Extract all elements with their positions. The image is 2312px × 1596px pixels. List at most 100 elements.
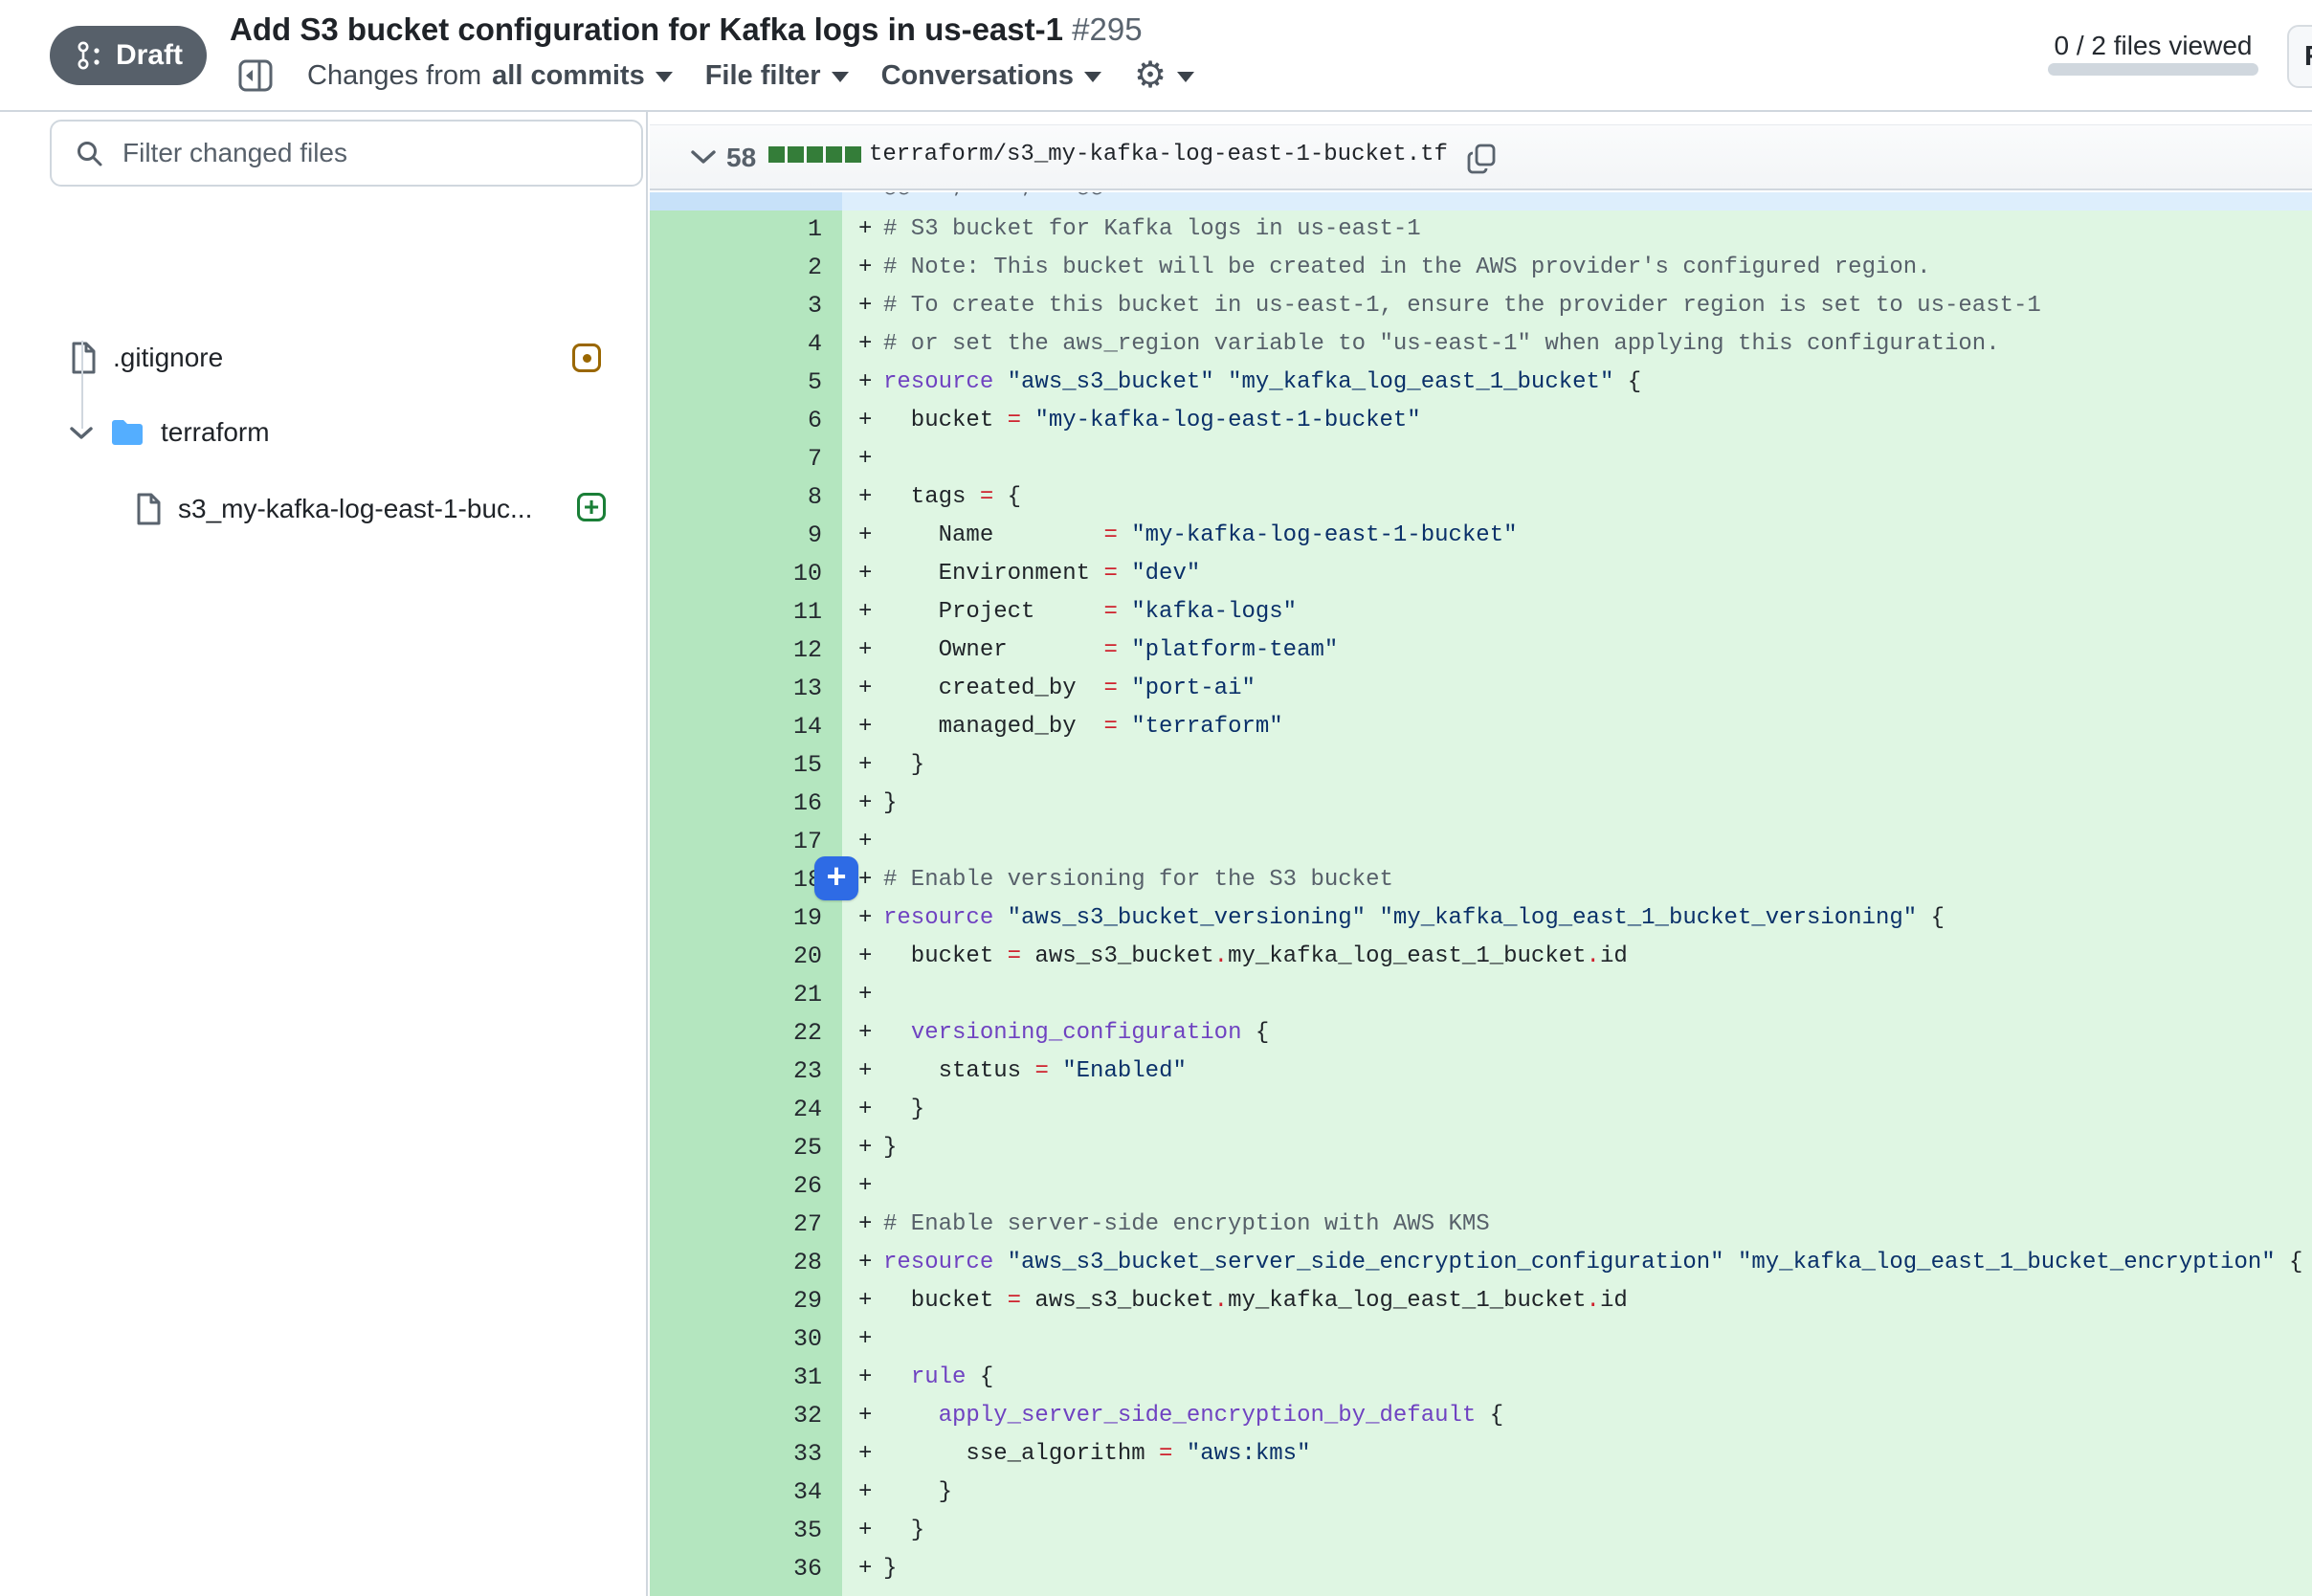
line-content[interactable]: + (842, 1320, 2312, 1359)
line-content[interactable]: + created_by = "port-ai" (842, 670, 2312, 708)
line-number[interactable]: 16 (736, 785, 842, 823)
line-content[interactable]: + tags = { (842, 478, 2312, 517)
line-number[interactable]: 15 (736, 746, 842, 785)
tree-item-gitignore[interactable]: .gitignore (69, 336, 223, 380)
line-number[interactable]: 13 (736, 670, 842, 708)
code-token: } (883, 1474, 952, 1512)
addition-marker: + (858, 899, 883, 938)
line-number[interactable]: 20 (736, 938, 842, 976)
line-content[interactable]: +resource "aws_s3_bucket_server_side_enc… (842, 1244, 2312, 1282)
code-token: . (1214, 1282, 1228, 1320)
code-token: # To create this bucket in us-east-1, en… (883, 287, 2041, 325)
old-line-number-cell (650, 593, 736, 632)
line-number[interactable]: 23 (736, 1053, 842, 1091)
line-number[interactable]: 5 (736, 364, 842, 402)
line-content[interactable]: + Owner = "platform-team" (842, 632, 2312, 670)
line-number[interactable]: 14 (736, 708, 842, 746)
copy-file-path-icon[interactable] (1466, 143, 1499, 175)
line-content[interactable]: + bucket = "my-kafka-log-east-1-bucket" (842, 402, 2312, 440)
line-content[interactable]: +# or set the aws_region variable to "us… (842, 325, 2312, 364)
line-number[interactable]: 9 (736, 517, 842, 555)
review-changes-button[interactable]: R (2287, 25, 2312, 88)
line-number[interactable]: 34 (736, 1474, 842, 1512)
line-content[interactable]: +# Enable versioning for the S3 bucket (842, 861, 2312, 899)
line-number[interactable]: 32 (736, 1397, 842, 1435)
line-number[interactable]: 26 (736, 1167, 842, 1206)
code-token: # Enable versioning for the S3 bucket (883, 861, 1393, 899)
line-number[interactable]: 27 (736, 1206, 842, 1244)
line-content[interactable]: + Project = "kafka-logs" (842, 593, 2312, 632)
line-number[interactable]: 19 (736, 899, 842, 938)
line-content[interactable]: + Name = "my-kafka-log-east-1-bucket" (842, 517, 2312, 555)
line-number[interactable]: 21 (736, 976, 842, 1014)
line-content[interactable]: + (842, 1588, 2312, 1596)
old-line-number-cell (650, 670, 736, 708)
line-content[interactable]: + versioning_configuration { (842, 1014, 2312, 1053)
line-content[interactable]: + sse_algorithm = "aws:kms" (842, 1435, 2312, 1474)
line-number[interactable]: 30 (736, 1320, 842, 1359)
line-content[interactable]: +resource "aws_s3_bucket_versioning" "my… (842, 899, 2312, 938)
line-content[interactable]: + } (842, 1474, 2312, 1512)
line-number[interactable] (736, 1588, 842, 1596)
add-line-comment-button[interactable]: + (814, 856, 858, 900)
line-content[interactable]: + bucket = aws_s3_bucket.my_kafka_log_ea… (842, 938, 2312, 976)
file-filter-dropdown[interactable]: File filter (705, 60, 849, 92)
hunk-header-row[interactable]: @@ -0,0 +1,58 @@ (650, 192, 2312, 211)
line-content[interactable]: +# S3 bucket for Kafka logs in us-east-1 (842, 211, 2312, 249)
line-number[interactable]: 33 (736, 1435, 842, 1474)
line-content[interactable]: + rule { (842, 1359, 2312, 1397)
old-line-number-cell (650, 249, 736, 287)
line-number[interactable]: 36 (736, 1550, 842, 1588)
line-content[interactable]: +# Enable server-side encryption with AW… (842, 1206, 2312, 1244)
line-content[interactable]: + bucket = aws_s3_bucket.my_kafka_log_ea… (842, 1282, 2312, 1320)
line-content[interactable]: + } (842, 746, 2312, 785)
changes-from-dropdown[interactable]: Changes from all commits (307, 60, 673, 92)
collapse-sidebar-icon[interactable] (236, 56, 275, 95)
git-pull-request-draft-icon (74, 38, 106, 73)
line-content[interactable]: + status = "Enabled" (842, 1053, 2312, 1091)
code-token (1118, 517, 1131, 555)
line-number[interactable]: 12 (736, 632, 842, 670)
line-content[interactable]: + (842, 823, 2312, 861)
line-number[interactable]: 1 (736, 211, 842, 249)
line-number[interactable]: 28 (736, 1244, 842, 1282)
line-number[interactable]: 22 (736, 1014, 842, 1053)
line-number[interactable]: 8 (736, 478, 842, 517)
line-content[interactable]: +} (842, 1129, 2312, 1167)
diff-line: 24+ } (650, 1091, 2312, 1129)
collapse-file-chevron-down-icon[interactable] (690, 148, 717, 166)
code-token: = (1008, 938, 1021, 976)
line-content[interactable]: +resource "aws_s3_bucket" "my_kafka_log_… (842, 364, 2312, 402)
diff-toolbar: Changes from all commits File filter Con… (236, 55, 1194, 96)
line-content[interactable]: +} (842, 1550, 2312, 1588)
line-number[interactable]: 25 (736, 1129, 842, 1167)
line-number[interactable]: 11 (736, 593, 842, 632)
line-content[interactable]: + (842, 1167, 2312, 1206)
filter-changed-files-input[interactable] (122, 138, 641, 168)
line-number[interactable]: 3 (736, 287, 842, 325)
line-content[interactable]: + } (842, 1091, 2312, 1129)
line-content[interactable]: + (842, 440, 2312, 478)
tree-item-s3-bucket-file[interactable]: s3_my-kafka-log-east-1-buc... (134, 487, 532, 531)
line-content[interactable]: + (842, 976, 2312, 1014)
line-number[interactable]: 17 (736, 823, 842, 861)
line-number[interactable]: 31 (736, 1359, 842, 1397)
line-number[interactable]: 10 (736, 555, 842, 593)
conversations-dropdown[interactable]: Conversations (881, 60, 1101, 92)
diff-settings-dropdown[interactable]: ⚙ (1134, 57, 1194, 94)
line-number[interactable]: 7 (736, 440, 842, 478)
line-content[interactable]: +# To create this bucket in us-east-1, e… (842, 287, 2312, 325)
line-content[interactable]: +# Note: This bucket will be created in … (842, 249, 2312, 287)
line-number[interactable]: 24 (736, 1091, 842, 1129)
line-content[interactable]: + Environment = "dev" (842, 555, 2312, 593)
line-content[interactable]: + apply_server_side_encryption_by_defaul… (842, 1397, 2312, 1435)
line-number[interactable]: 4 (736, 325, 842, 364)
line-content[interactable]: + managed_by = "terraform" (842, 708, 2312, 746)
line-number[interactable]: 2 (736, 249, 842, 287)
line-number[interactable]: 6 (736, 402, 842, 440)
line-content[interactable]: + } (842, 1512, 2312, 1550)
tree-item-terraform-folder[interactable]: terraform (69, 410, 270, 454)
line-number[interactable]: 29 (736, 1282, 842, 1320)
line-content[interactable]: +} (842, 785, 2312, 823)
line-number[interactable]: 35 (736, 1512, 842, 1550)
